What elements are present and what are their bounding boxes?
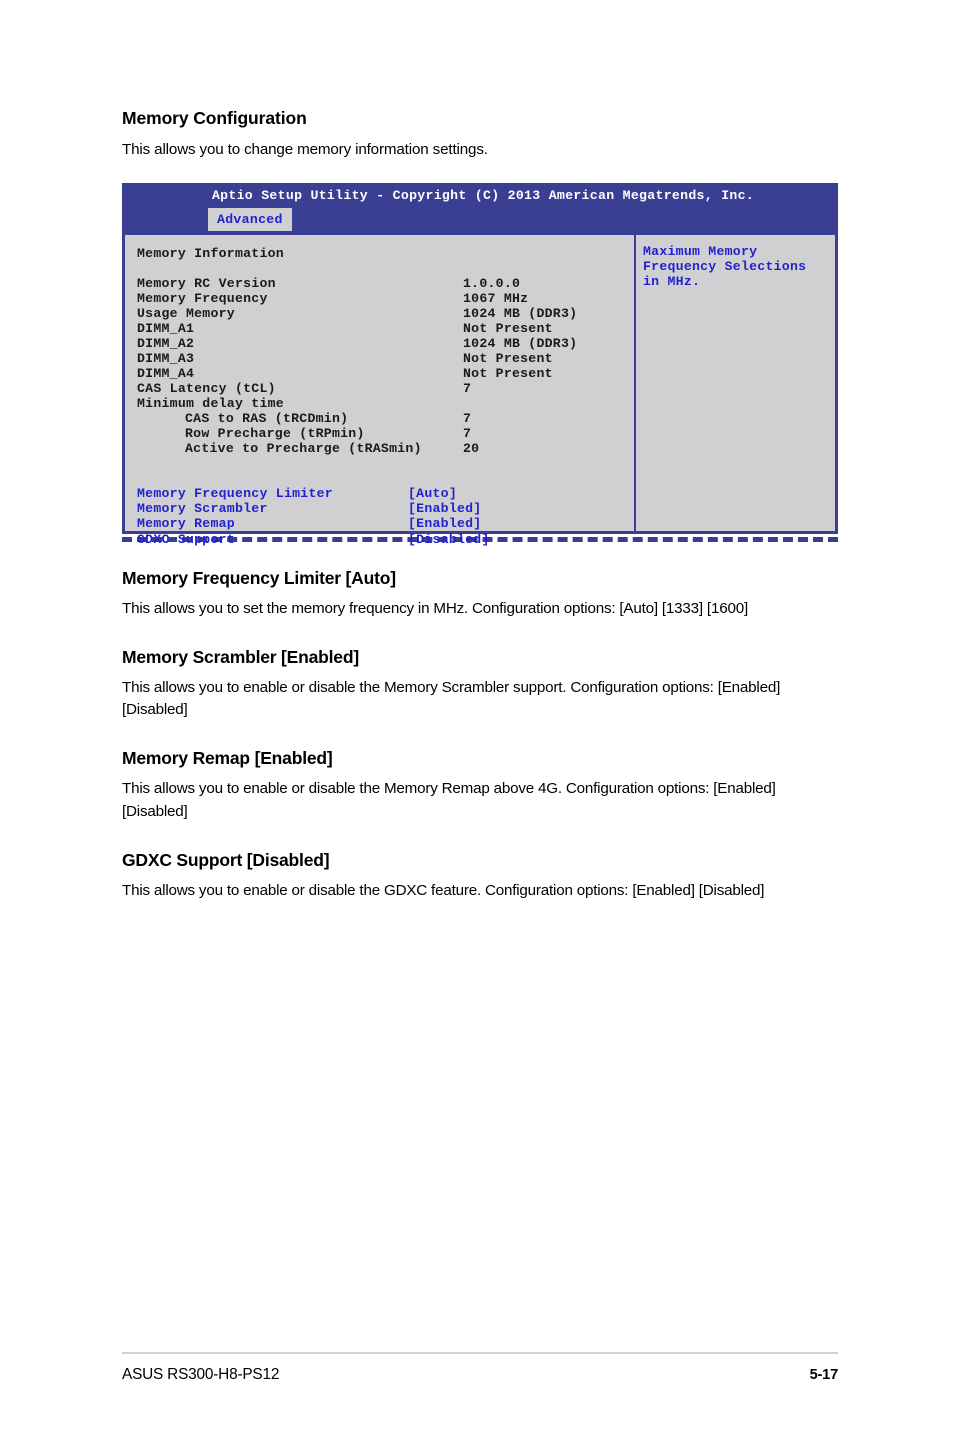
footer-divider bbox=[122, 1352, 838, 1354]
bios-help-pane: Maximum Memory Frequency Selections in M… bbox=[636, 235, 835, 531]
info-label: Row Precharge (tRPmin) bbox=[185, 426, 365, 442]
help-text-line: Maximum Memory bbox=[643, 243, 758, 259]
info-row: Memory Frequency 1067 MHz bbox=[137, 291, 634, 306]
option-label: Memory Frequency Limiter bbox=[137, 486, 333, 502]
option-label: Memory Remap bbox=[137, 516, 235, 532]
info-row: Memory RC Version 1.0.0.0 bbox=[137, 276, 634, 291]
info-label: Minimum delay time bbox=[137, 396, 284, 412]
info-value: 1024 MB (DDR3) bbox=[463, 305, 578, 321]
info-row: Minimum delay time bbox=[137, 396, 634, 411]
info-label: DIMM_A4 bbox=[137, 366, 195, 381]
info-label: CAS Latency (tCL) bbox=[137, 381, 276, 397]
info-value: 1.0.0.0 bbox=[463, 275, 521, 291]
info-row: DIMM_A2 1024 MB (DDR3) bbox=[137, 336, 634, 351]
bios-menu-bar: Advanced bbox=[123, 207, 837, 231]
page-content: Memory Configuration This allows you to … bbox=[122, 108, 838, 903]
option-row-gdxc-support[interactable]: GDXC Support [Disabled] bbox=[137, 532, 634, 547]
setting-heading: Memory Remap [Enabled] bbox=[122, 748, 333, 769]
info-value: 1067 MHz bbox=[463, 290, 529, 306]
footer-page-number: 5-17 bbox=[809, 1367, 839, 1383]
info-row: CAS to RAS (tRCDmin) 7 bbox=[137, 411, 634, 426]
option-value[interactable]: [Disabled] bbox=[408, 532, 634, 547]
bios-window: Aptio Setup Utility - Copyright (C) 2013… bbox=[122, 182, 838, 547]
setting-section-gdxc-support: GDXC Support [Disabled] This allows you … bbox=[122, 850, 838, 903]
bios-screenshot: Aptio Setup Utility - Copyright (C) 2013… bbox=[122, 182, 838, 547]
info-label: Memory RC Version bbox=[137, 275, 276, 291]
setting-description: This allows you to enable or disable the… bbox=[122, 678, 781, 719]
setting-description: This allows you to enable or disable the… bbox=[122, 882, 765, 900]
option-label: Memory Scrambler bbox=[137, 501, 268, 517]
info-value: Not Present bbox=[463, 320, 553, 336]
option-value[interactable]: [Auto] bbox=[408, 486, 634, 501]
info-row: Usage Memory 1024 MB (DDR3) bbox=[137, 306, 634, 321]
info-value: Not Present bbox=[463, 366, 553, 381]
bios-titlebar: Aptio Setup Utility - Copyright (C) 2013… bbox=[123, 183, 837, 208]
setting-description: This allows you to set the memory freque… bbox=[122, 599, 748, 617]
setting-heading: GDXC Support [Disabled] bbox=[122, 849, 330, 870]
option-value[interactable]: [Enabled] bbox=[408, 501, 634, 516]
memory-info-list: Memory RC Version 1.0.0.0 Memory Frequen… bbox=[137, 276, 634, 457]
setting-description: This allows you to enable or disable the… bbox=[122, 780, 776, 821]
bios-settings-pane: Memory Information Memory RC Version 1.0… bbox=[125, 234, 636, 547]
info-row: DIMM_A4 Not Present bbox=[137, 366, 634, 381]
help-text-line: Frequency Selections bbox=[643, 258, 807, 274]
option-label: GDXC Support bbox=[137, 531, 235, 547]
setting-section-memory-remap: Memory Remap [Enabled] This allows you t… bbox=[122, 748, 838, 824]
memory-options-list: Memory Frequency Limiter [Auto] Memory S… bbox=[137, 486, 634, 546]
help-text-line: in MHz. bbox=[643, 273, 701, 289]
memory-information-heading: Memory Information bbox=[137, 245, 284, 261]
info-label: CAS to RAS (tRCDmin) bbox=[185, 411, 349, 427]
info-row: Row Precharge (tRPmin) 7 bbox=[137, 426, 634, 441]
option-value[interactable]: [Enabled] bbox=[408, 516, 634, 531]
setting-heading: Memory Scrambler [Enabled] bbox=[122, 646, 359, 667]
info-value: 7 bbox=[463, 381, 472, 397]
setting-heading: Memory Frequency Limiter [Auto] bbox=[122, 567, 396, 588]
option-row-memory-frequency-limiter[interactable]: Memory Frequency Limiter [Auto] bbox=[137, 486, 634, 501]
info-label: Usage Memory bbox=[137, 305, 235, 321]
section-intro-text: This allows you to change memory informa… bbox=[122, 141, 488, 159]
info-value: 7 bbox=[463, 426, 472, 442]
setting-section-memory-scrambler: Memory Scrambler [Enabled] This allows y… bbox=[122, 647, 838, 723]
info-row: Active to Precharge (tRASmin) 20 bbox=[137, 441, 634, 456]
info-label: Memory Frequency bbox=[137, 290, 268, 306]
info-row: DIMM_A3 Not Present bbox=[137, 351, 634, 366]
info-label: DIMM_A2 bbox=[137, 335, 195, 351]
info-label: DIMM_A3 bbox=[137, 350, 195, 366]
manual-page: Memory Configuration This allows you to … bbox=[0, 0, 954, 1438]
footer-product-name: ASUS RS300-H8-PS12 bbox=[122, 1366, 280, 1383]
info-value bbox=[463, 396, 634, 411]
info-value: 1024 MB (DDR3) bbox=[463, 335, 578, 351]
setting-section-memory-frequency-limiter: Memory Frequency Limiter [Auto] This all… bbox=[122, 568, 838, 621]
info-value: 20 bbox=[463, 441, 480, 457]
info-value: Not Present bbox=[463, 350, 553, 366]
page-title: Memory Configuration bbox=[122, 108, 307, 128]
info-row: CAS Latency (tCL) 7 bbox=[137, 381, 634, 396]
info-label: Active to Precharge (tRASmin) bbox=[185, 441, 422, 457]
info-value: 7 bbox=[463, 411, 472, 427]
page-footer: ASUS RS300-H8-PS12 5-17 bbox=[122, 1366, 838, 1384]
info-label: DIMM_A1 bbox=[137, 320, 195, 336]
tab-advanced[interactable]: Advanced bbox=[208, 207, 292, 231]
option-row-memory-remap[interactable]: Memory Remap [Enabled] bbox=[137, 516, 634, 531]
option-row-memory-scrambler[interactable]: Memory Scrambler [Enabled] bbox=[137, 501, 634, 516]
info-row: DIMM_A1 Not Present bbox=[137, 321, 634, 336]
bios-content-area: Memory Information Memory RC Version 1.0… bbox=[123, 232, 837, 547]
